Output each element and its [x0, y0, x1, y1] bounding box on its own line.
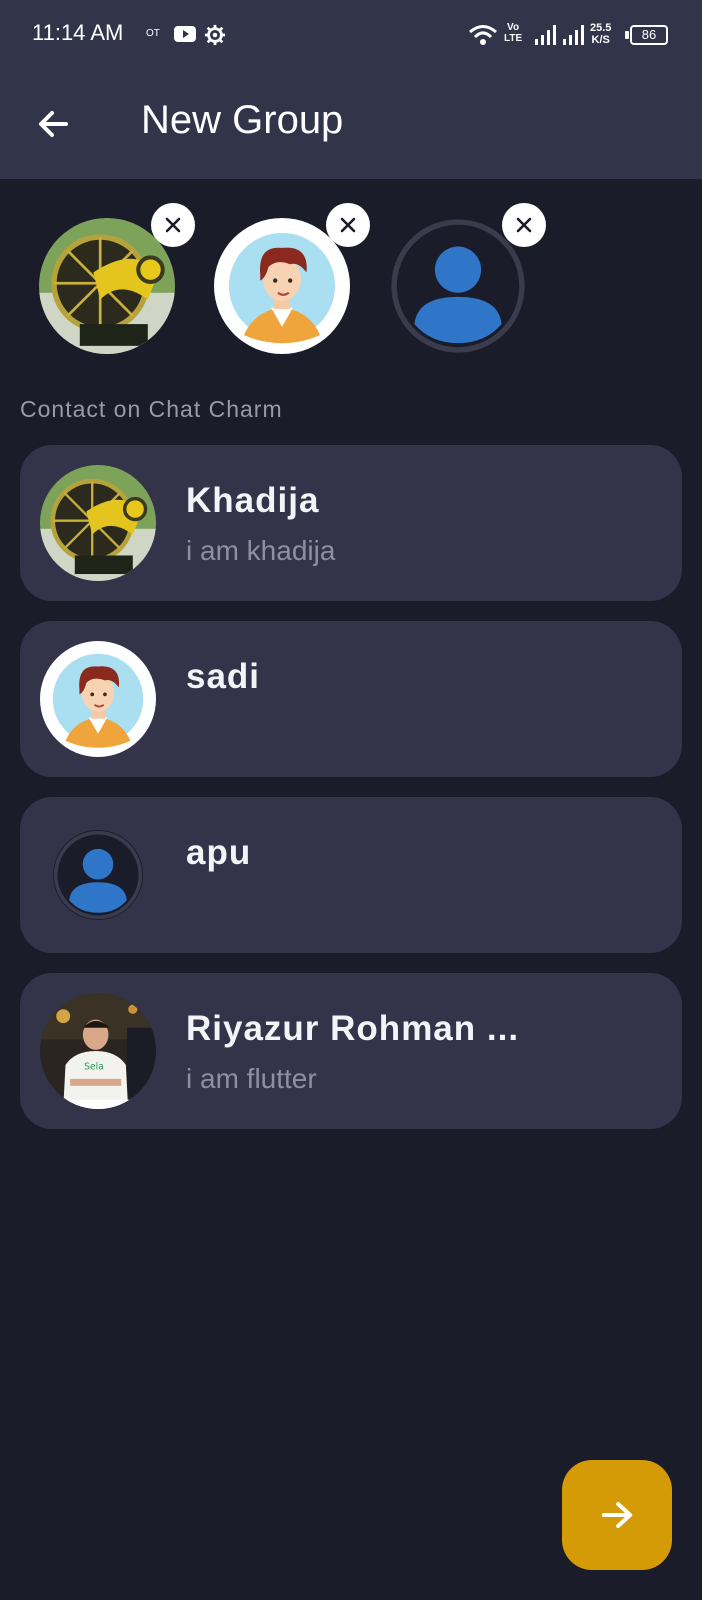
section-label: Contact on Chat Charm — [20, 396, 283, 422]
contact-avatar — [40, 993, 156, 1109]
selected-members — [0, 200, 702, 360]
youtube-icon — [174, 26, 196, 42]
contact-name: apu — [186, 833, 252, 872]
speed-unit: K/S — [591, 34, 610, 46]
contact-status: i am khadija — [186, 535, 336, 566]
volte-line1: Vo — [507, 22, 520, 33]
contact-card[interactable]: apu — [20, 797, 682, 953]
signal-icon — [563, 25, 584, 45]
selected-member[interactable] — [214, 200, 394, 360]
next-button[interactable] — [562, 1460, 672, 1570]
volte-line2: LTE — [504, 33, 523, 44]
contact-status: i am flutter — [186, 1063, 317, 1094]
contact-avatar — [40, 465, 156, 581]
status-bar: 11:14 AM OT Vo LTE 25.5 K/S 86 — [0, 0, 702, 70]
speed-value: 25.5 — [590, 22, 612, 34]
close-icon — [161, 213, 185, 237]
arrow-right-icon — [601, 1502, 633, 1528]
page-title: New Group — [141, 98, 344, 142]
signal-icon — [535, 25, 556, 45]
remove-member-button[interactable] — [151, 203, 195, 247]
contact-name: Riyazur Rohman ... — [186, 1009, 520, 1048]
status-time: 11:14 AM — [32, 20, 124, 45]
gear-icon — [204, 24, 226, 46]
battery-level: 86 — [641, 27, 657, 42]
wifi-icon — [469, 25, 497, 45]
status-ot: OT — [146, 28, 160, 39]
selected-member[interactable] — [390, 200, 570, 360]
close-icon — [336, 213, 360, 237]
volte-indicator: Vo LTE — [504, 22, 522, 44]
contact-card[interactable]: Khadija i am khadija — [20, 445, 682, 601]
close-icon — [512, 213, 536, 237]
app-bar: 11:14 AM OT Vo LTE 25.5 K/S 86 New Group — [0, 0, 702, 179]
contact-card[interactable]: sadi — [20, 621, 682, 777]
back-arrow-icon[interactable] — [34, 104, 74, 144]
battery-icon: 86 — [630, 25, 668, 45]
contact-avatar — [53, 830, 143, 920]
battery-tip — [625, 31, 629, 39]
remove-member-button[interactable] — [502, 203, 546, 247]
contact-card[interactable]: Riyazur Rohman ... i am flutter — [20, 973, 682, 1129]
network-speed: 25.5 K/S — [590, 22, 611, 46]
remove-member-button[interactable] — [326, 203, 370, 247]
contact-name: sadi — [186, 657, 261, 696]
contact-avatar — [40, 641, 156, 757]
selected-member[interactable] — [39, 200, 219, 360]
contact-name: Khadija — [186, 481, 320, 520]
